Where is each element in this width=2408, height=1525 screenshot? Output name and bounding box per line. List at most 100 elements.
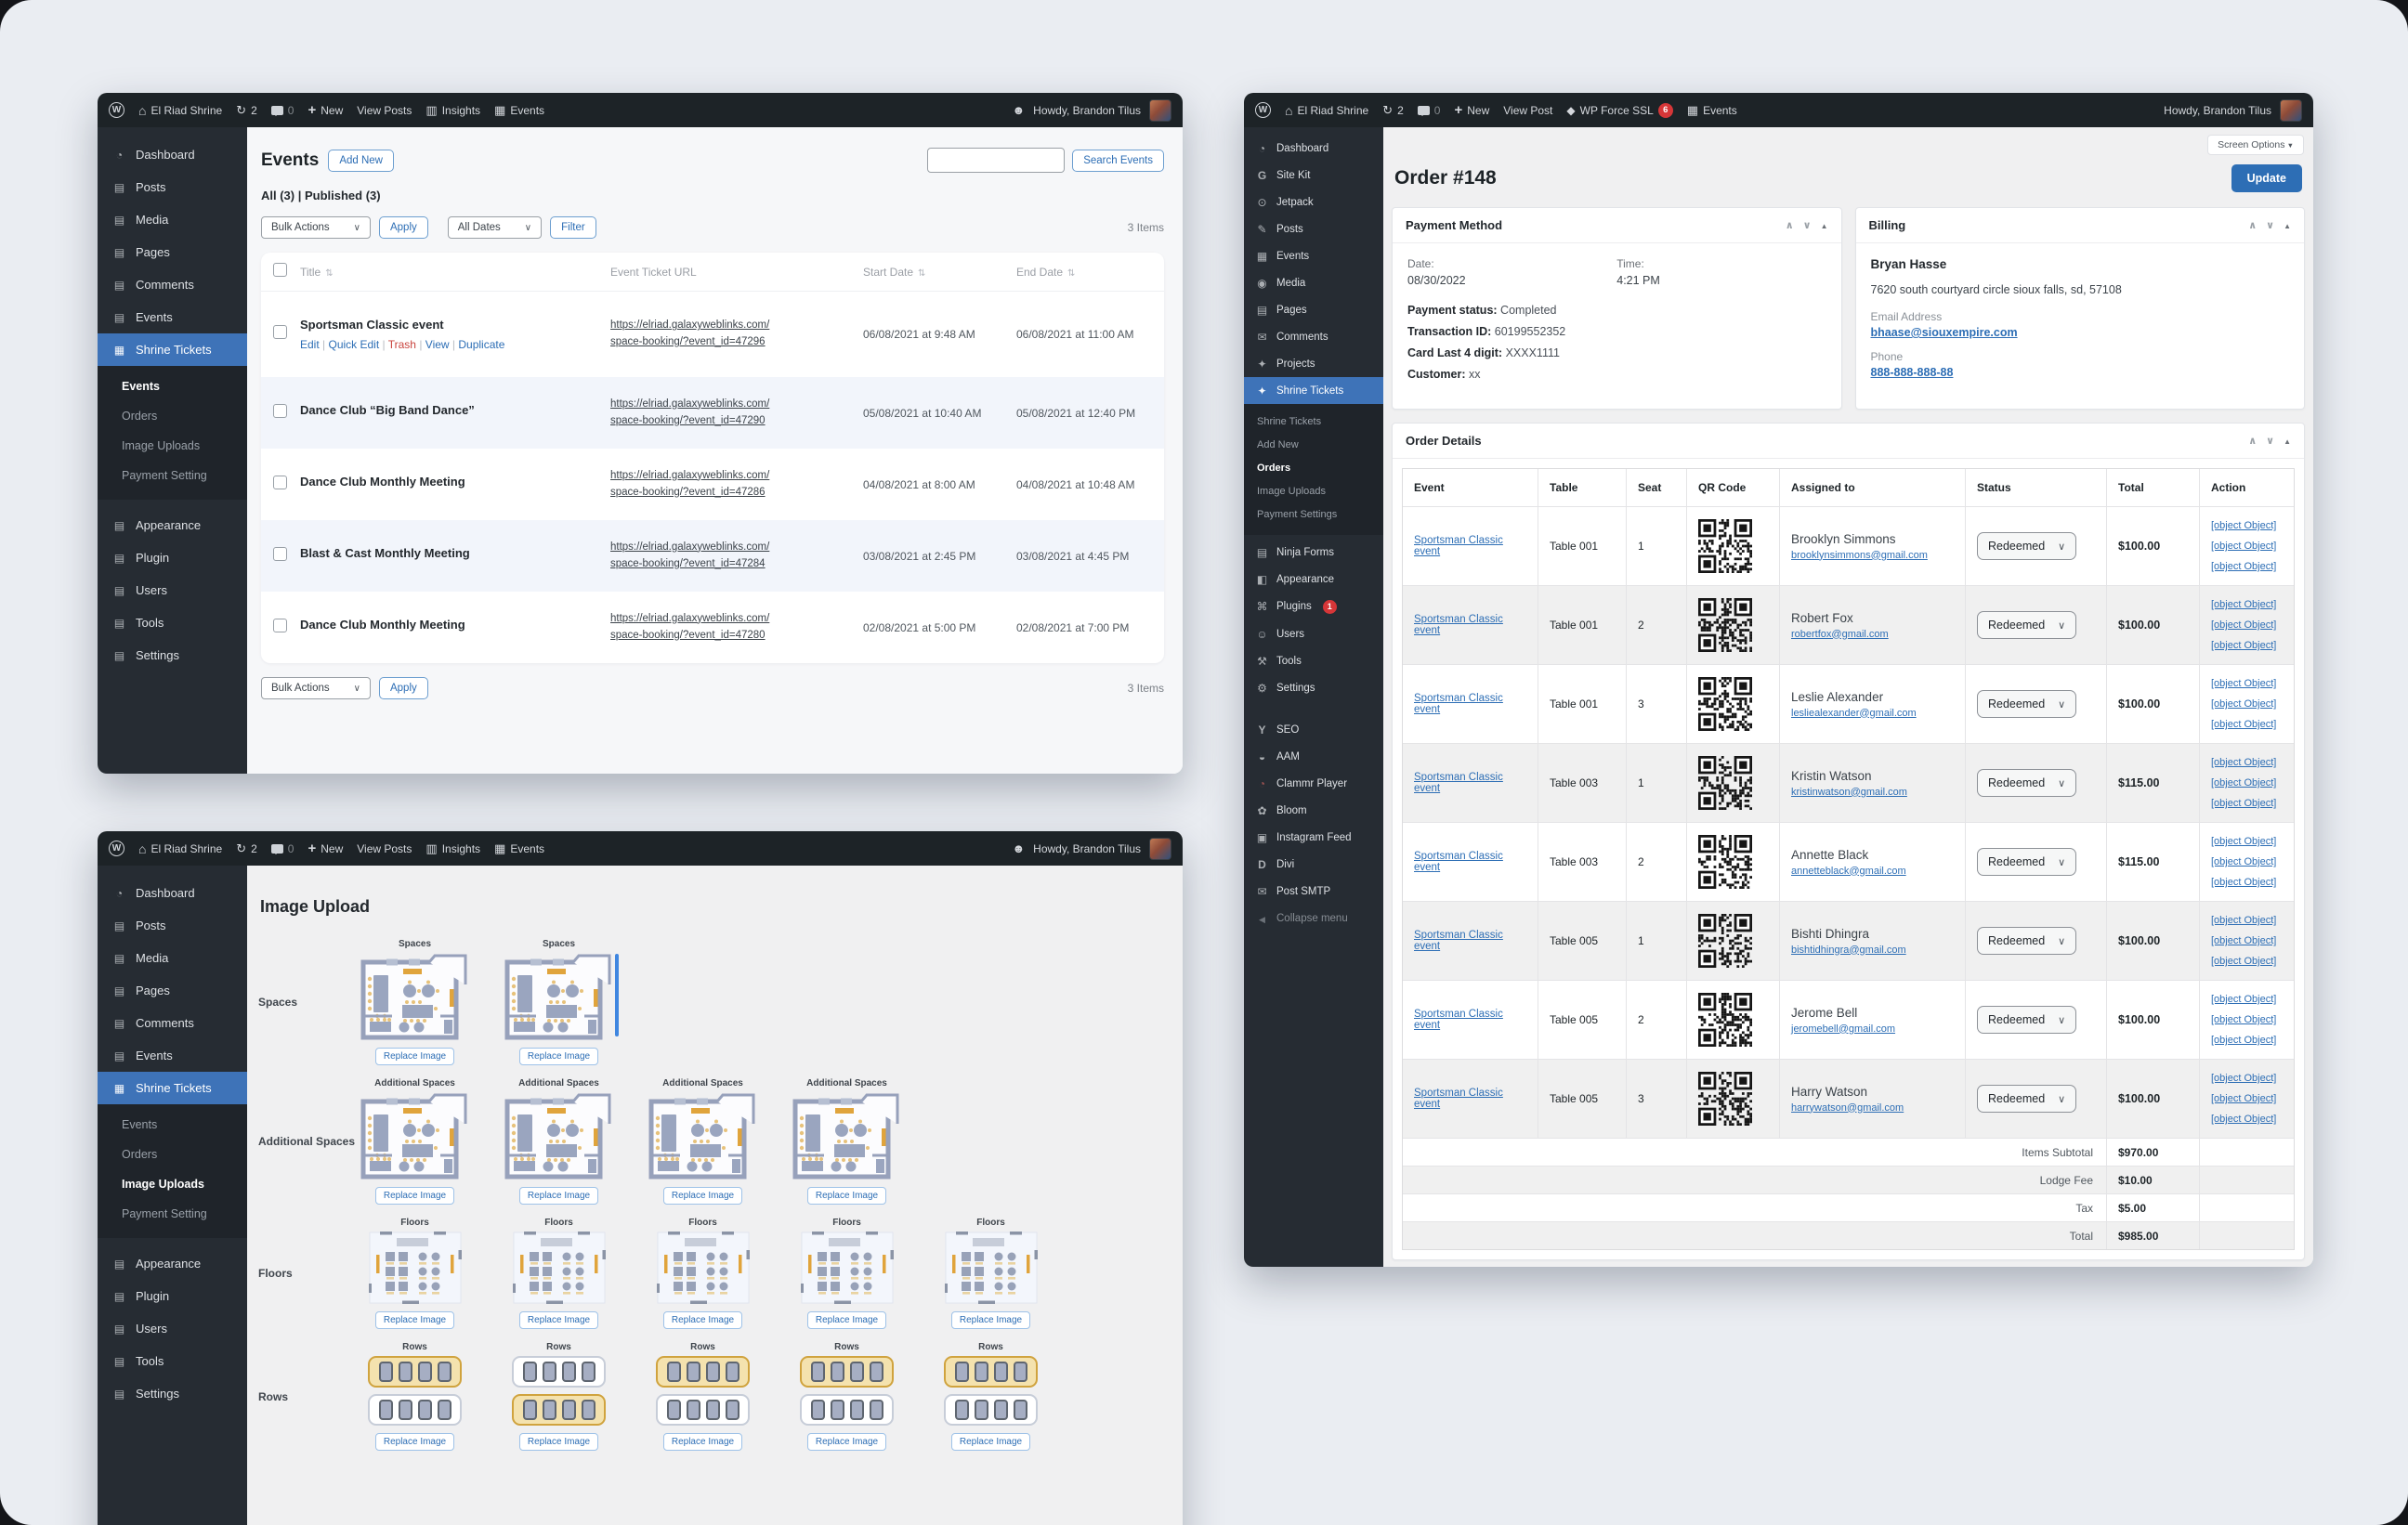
sidebar-item[interactable]: Jetpack <box>1244 189 1383 215</box>
row-action-link[interactable]: Quick Edit <box>328 338 387 351</box>
sidebar-item[interactable]: Posts <box>98 171 247 203</box>
sidebar-item[interactable]: Media <box>98 203 247 236</box>
row-checkbox[interactable] <box>273 547 287 561</box>
event-ticket-url[interactable]: https://elriad.galaxyweblinks.com/space-… <box>610 611 863 645</box>
assignee-email-link[interactable]: annetteblack@gmail.com <box>1791 866 1906 877</box>
event-link[interactable]: Sportsman Classic event <box>1414 851 1526 873</box>
status-select[interactable]: Redeemed <box>1977 532 2076 560</box>
replace-image-button[interactable]: Replace Image <box>807 1311 886 1329</box>
insights-menu[interactable]: Insights <box>425 842 480 855</box>
howdy-menu[interactable]: Howdy, Brandon Tilus <box>1033 104 1141 117</box>
sidebar-item[interactable]: Pages <box>1244 296 1383 323</box>
view-posts-menu[interactable]: View Posts <box>357 104 412 117</box>
screen-options-button[interactable]: Screen Options <box>2207 135 2304 155</box>
row-action-link[interactable]: [object Object] <box>2211 910 2276 931</box>
status-select[interactable]: Redeemed <box>1977 611 2076 639</box>
sidebar-item[interactable]: Users <box>1244 620 1383 647</box>
event-link[interactable]: Sportsman Classic event <box>1414 614 1526 636</box>
row-action-link[interactable]: [object Object] <box>2211 773 2276 793</box>
replace-image-button[interactable]: Replace Image <box>519 1311 598 1329</box>
sidebar-item[interactable]: SEO <box>1244 716 1383 743</box>
replace-image-button[interactable]: Replace Image <box>807 1187 886 1205</box>
row-action-link[interactable]: [object Object] <box>2211 515 2276 536</box>
sidebar-item-shrine-tickets[interactable]: Shrine Tickets <box>1244 377 1383 404</box>
wordpress-logo-icon[interactable] <box>109 841 124 856</box>
status-select[interactable]: Redeemed <box>1977 1085 2076 1113</box>
event-title[interactable]: Dance Club “Big Band Dance” <box>300 403 610 417</box>
wp-force-ssl-menu[interactable]: WP Force SSL6 <box>1566 103 1672 118</box>
new-content-menu[interactable]: New <box>1454 103 1489 117</box>
sidebar-item[interactable]: Dashboard <box>98 877 247 909</box>
row-action-link[interactable]: Edit <box>300 338 328 351</box>
sidebar-item[interactable]: Post SMTP <box>1244 878 1383 905</box>
sidebar-item[interactable]: Media <box>98 942 247 974</box>
row-action-link[interactable]: [object Object] <box>2211 989 2276 1010</box>
row-action-link[interactable]: [object Object] <box>2211 1010 2276 1030</box>
sidebar-subitem[interactable]: Shrine Tickets <box>1244 410 1383 433</box>
replace-image-button[interactable]: Replace Image <box>951 1433 1030 1451</box>
sidebar-item[interactable]: Tools <box>98 606 247 639</box>
sidebar-item-shrine-tickets[interactable]: Shrine Tickets <box>98 333 247 366</box>
row-action-link[interactable]: [object Object] <box>2211 594 2276 615</box>
sidebar-item[interactable]: Settings <box>1244 674 1383 701</box>
wordpress-logo-icon[interactable] <box>1255 102 1271 118</box>
row-action-link[interactable]: [object Object] <box>2211 556 2276 577</box>
sidebar-subitem[interactable]: Orders <box>98 1140 247 1169</box>
sidebar-subitem[interactable]: Image Uploads <box>98 1169 247 1199</box>
assignee-email-link[interactable]: kristinwatson@gmail.com <box>1791 787 1907 798</box>
event-ticket-url[interactable]: https://elriad.galaxyweblinks.com/space-… <box>610 468 863 502</box>
sidebar-subitem[interactable]: Image Uploads <box>1244 479 1383 502</box>
sidebar-item[interactable]: Users <box>98 1312 247 1345</box>
sidebar-item[interactable]: Instagram Feed <box>1244 824 1383 851</box>
update-button[interactable]: Update <box>2231 164 2302 192</box>
event-title[interactable]: Blast & Cast Monthly Meeting <box>300 546 610 560</box>
all-dates-select[interactable]: All Dates <box>448 216 542 239</box>
toggle-panel-icon[interactable] <box>2284 220 2291 231</box>
sidebar-subitem[interactable]: Payment Setting <box>98 461 247 490</box>
sidebar-subitem[interactable]: Orders <box>1244 456 1383 479</box>
add-new-button[interactable]: Add New <box>328 150 394 172</box>
sidebar-subitem[interactable]: Payment Setting <box>98 1199 247 1229</box>
replace-image-button[interactable]: Replace Image <box>663 1187 742 1205</box>
sidebar-item-shrine-tickets[interactable]: Shrine Tickets <box>98 1072 247 1104</box>
sidebar-subitem[interactable]: Events <box>98 371 247 401</box>
replace-image-button[interactable]: Replace Image <box>519 1048 598 1065</box>
row-action-link[interactable]: [object Object] <box>2211 635 2276 656</box>
events-menu[interactable]: Events <box>1687 104 1737 117</box>
event-title[interactable]: Sportsman Classic event <box>300 318 610 332</box>
bulk-actions-select[interactable]: Bulk Actions <box>261 216 371 239</box>
sidebar-item[interactable]: Dashboard <box>1244 135 1383 162</box>
updates-menu[interactable]: 2 <box>236 842 257 855</box>
sidebar-item[interactable]: Plugin <box>98 541 247 574</box>
billing-phone-link[interactable]: 888-888-888-88 <box>1871 366 1954 379</box>
sidebar-item[interactable]: Posts <box>1244 215 1383 242</box>
row-action-link[interactable]: Duplicate <box>458 338 504 351</box>
row-action-link[interactable]: [object Object] <box>2211 931 2276 951</box>
apply-button-bottom[interactable]: Apply <box>379 677 428 699</box>
sidebar-item[interactable]: Appearance <box>1244 566 1383 593</box>
comments-menu[interactable]: 0 <box>1418 104 1441 117</box>
toggle-panel-icon[interactable] <box>2284 436 2291 447</box>
move-up-icon[interactable] <box>2248 219 2257 231</box>
sidebar-item[interactable]: Pages <box>98 236 247 268</box>
assignee-email-link[interactable]: brooklynsimmons@gmail.com <box>1791 550 1928 561</box>
sidebar-item[interactable]: Tools <box>98 1345 247 1377</box>
sidebar-item[interactable]: Events <box>98 301 247 333</box>
comments-menu[interactable]: 0 <box>271 104 294 117</box>
event-ticket-url[interactable]: https://elriad.galaxyweblinks.com/space-… <box>610 318 863 351</box>
sidebar-item[interactable]: Site Kit <box>1244 162 1383 189</box>
replace-image-button[interactable]: Replace Image <box>663 1311 742 1329</box>
search-events-button[interactable]: Search Events <box>1072 150 1164 172</box>
row-checkbox[interactable] <box>273 476 287 489</box>
replace-image-button[interactable]: Replace Image <box>375 1433 454 1451</box>
move-up-icon[interactable] <box>1786 219 1794 231</box>
status-select[interactable]: Redeemed <box>1977 1006 2076 1034</box>
bulk-actions-select-bottom[interactable]: Bulk Actions <box>261 677 371 699</box>
row-action-link[interactable]: [object Object] <box>2211 752 2276 773</box>
new-content-menu[interactable]: New <box>308 841 343 855</box>
sidebar-item[interactable]: Media <box>1244 269 1383 296</box>
replace-image-button[interactable]: Replace Image <box>807 1433 886 1451</box>
assignee-email-link[interactable]: bishtidhingra@gmail.com <box>1791 945 1906 956</box>
sidebar-item[interactable]: Projects <box>1244 350 1383 377</box>
assignee-email-link[interactable]: harrywatson@gmail.com <box>1791 1102 1904 1114</box>
